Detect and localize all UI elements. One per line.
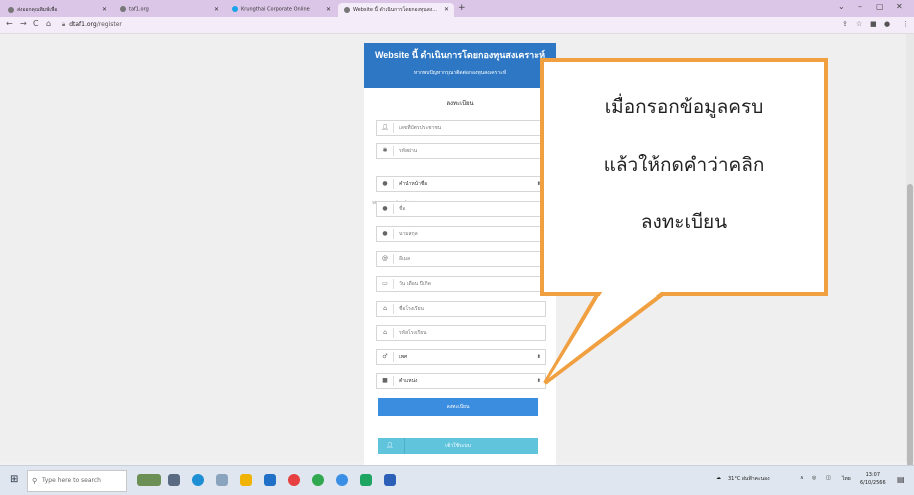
select-caret-icon: ⬍ bbox=[536, 354, 541, 360]
browser-tab-active[interactable]: Website นี้ ดำเนินการโดยกองทุนสง... ✕ bbox=[338, 3, 454, 17]
volume-icon[interactable]: ◫ bbox=[826, 475, 831, 481]
scrollbar-thumb[interactable] bbox=[907, 184, 913, 484]
register-button[interactable]: ลงทะเบียน bbox=[378, 398, 538, 416]
last-name-field[interactable]: ● นามสกุล bbox=[376, 226, 546, 242]
browser-tab[interactable]: taf1.org ✕ bbox=[114, 3, 224, 17]
briefcase-icon: ■ bbox=[382, 377, 388, 384]
school-name-field[interactable]: ⌂ ชื่อโรงเรียน bbox=[376, 301, 546, 317]
notification-icon[interactable]: ▤ bbox=[897, 475, 905, 484]
url-field[interactable]: 🔒︎ dtaf1.org/register bbox=[62, 19, 832, 31]
edge-icon[interactable] bbox=[192, 474, 204, 486]
school-code-field[interactable]: ⌂ รหัสโรงเรียน bbox=[376, 325, 546, 341]
task-view-icon[interactable] bbox=[168, 474, 180, 486]
reload-icon[interactable]: C bbox=[33, 19, 39, 28]
app-icon[interactable] bbox=[360, 474, 372, 486]
clock[interactable]: 13:07 6/10/2566 bbox=[860, 471, 886, 487]
home-icon: ⌂ bbox=[383, 305, 387, 312]
forward-icon[interactable]: → bbox=[20, 19, 27, 28]
gender-icon: ♂ bbox=[382, 353, 388, 360]
store-icon[interactable] bbox=[264, 474, 276, 486]
taskbar: ⊞ ⚲ Type here to search ☁ 31°C ฝนฟ้าคะนอง… bbox=[0, 465, 914, 495]
profile-avatar[interactable]: ● bbox=[884, 20, 890, 28]
home-icon[interactable]: ⌂ bbox=[46, 19, 51, 28]
bookmark-star-icon[interactable]: ☆ bbox=[856, 20, 862, 28]
new-tab-icon[interactable]: + bbox=[458, 3, 466, 13]
back-icon[interactable]: ← bbox=[6, 19, 13, 28]
first-name-field[interactable]: ● ชื่อ bbox=[376, 201, 546, 217]
tab-favicon-icon bbox=[8, 6, 14, 13]
tab-favicon-icon bbox=[120, 6, 126, 12]
windows-start-icon[interactable]: ⊞ bbox=[10, 474, 18, 485]
callout-line-3: ลงทะเบียน bbox=[640, 211, 728, 233]
file-explorer-icon[interactable] bbox=[240, 474, 252, 486]
close-window-icon[interactable]: ✕ bbox=[896, 2, 903, 11]
gender-select[interactable]: ♂ เพศ ⬍ bbox=[376, 349, 546, 365]
home-icon: ⌂ bbox=[383, 329, 387, 336]
extensions-icon[interactable]: ■ bbox=[870, 20, 877, 28]
scrollbar-track[interactable] bbox=[906, 34, 914, 484]
registration-panel: Website นี้ ดำเนินการโดยกองทุนสงเคราะห์ … bbox=[364, 43, 556, 465]
chrome-icon[interactable] bbox=[336, 474, 348, 486]
id-card-field[interactable]: 👤︎ เลขที่บัตรประชาชน bbox=[376, 120, 546, 136]
lock-icon: 🔒︎ bbox=[62, 21, 66, 28]
close-tab-icon[interactable]: ✕ bbox=[444, 6, 449, 13]
password-field[interactable]: ✱ รหัสผ่าน bbox=[376, 143, 546, 159]
section-title: ลงทะเบียน bbox=[446, 100, 474, 107]
email-field[interactable]: @ อีเมล bbox=[376, 251, 546, 267]
line-icon[interactable] bbox=[312, 474, 324, 486]
menu-icon[interactable]: ⋮ bbox=[902, 20, 909, 28]
info-icon: ● bbox=[382, 180, 388, 187]
header-subtitle: หากพบปัญหากรุณาติดต่อกองทุนสงเคราะห์ bbox=[413, 70, 507, 76]
browser-tab-bar: ส่งออกคุณพิมพ์เพื่อ ✕ taf1.org ✕ Krungth… bbox=[0, 0, 914, 17]
info-icon: ● bbox=[382, 205, 388, 212]
user-icon: 👤︎ bbox=[381, 124, 389, 131]
login-button[interactable]: 👤︎ เข้าใช้ระบบ bbox=[378, 438, 538, 454]
at-icon: @ bbox=[382, 255, 388, 262]
callout-line-2: แล้วให้กดคำว่าคลิก bbox=[603, 154, 765, 176]
close-tab-icon[interactable]: ✕ bbox=[102, 6, 107, 13]
birthdate-field[interactable]: ▭ วัน เดือน ปีเกิด bbox=[376, 276, 546, 292]
minimize-icon[interactable]: – bbox=[858, 2, 862, 11]
address-bar-row: ← → C ⌂ 🔒︎ dtaf1.org/register ⇪ ☆ ■ ● ⋮ bbox=[0, 17, 914, 34]
position-select[interactable]: ■ ตำแหน่ง ⬍ bbox=[376, 373, 546, 389]
tray-overflow-icon[interactable]: ∧ bbox=[800, 475, 804, 481]
user-icon: 👤︎ bbox=[386, 442, 394, 449]
maximize-icon[interactable]: ▢ bbox=[876, 2, 884, 11]
info-icon: ● bbox=[382, 230, 388, 237]
panel-header: Website นี้ ดำเนินการโดยกองทุนสงเคราะห์ … bbox=[364, 43, 556, 88]
taskbar-search[interactable]: ⚲ Type here to search bbox=[27, 470, 127, 492]
header-title: Website นี้ ดำเนินการโดยกองทุนสงเคราะห์ bbox=[374, 50, 546, 60]
asterisk-icon: ✱ bbox=[382, 147, 388, 154]
tab-favicon-icon bbox=[232, 6, 238, 12]
language-indicator[interactable]: ไทย bbox=[842, 475, 851, 483]
close-tab-icon[interactable]: ✕ bbox=[214, 6, 219, 13]
close-tab-icon[interactable]: ✕ bbox=[326, 6, 331, 13]
browser-tab[interactable]: ส่งออกคุณพิมพ์เพื่อ ✕ bbox=[2, 3, 112, 17]
network-icon[interactable]: ◎ bbox=[812, 475, 816, 481]
tab-search-icon[interactable]: ⌄ bbox=[838, 2, 845, 11]
instruction-callout: เมื่อกรอกข้อมูลครบ แล้วให้กดคำว่าคลิก ลง… bbox=[540, 58, 828, 296]
app-icon[interactable] bbox=[216, 474, 228, 486]
title-select[interactable]: ● คำนำหน้าชื่อ ⬍ bbox=[376, 176, 546, 192]
word-icon[interactable] bbox=[384, 474, 396, 486]
browser-tab[interactable]: Krungthai Corporate Online ✕ bbox=[226, 3, 336, 17]
share-icon[interactable]: ⇪ bbox=[842, 20, 848, 28]
news-widget-icon[interactable] bbox=[137, 474, 161, 486]
search-icon: ⚲ bbox=[32, 477, 38, 485]
weather-text: 31°C ฝนฟ้าคะนอง bbox=[728, 476, 770, 482]
callout-line-1: เมื่อกรอกข้อมูลครบ bbox=[604, 96, 764, 118]
app-icon[interactable] bbox=[288, 474, 300, 486]
calendar-icon: ▭ bbox=[382, 280, 388, 287]
weather-icon[interactable]: ☁ bbox=[716, 475, 721, 481]
select-caret-icon: ⬍ bbox=[536, 378, 541, 384]
tab-favicon-icon bbox=[344, 6, 350, 13]
